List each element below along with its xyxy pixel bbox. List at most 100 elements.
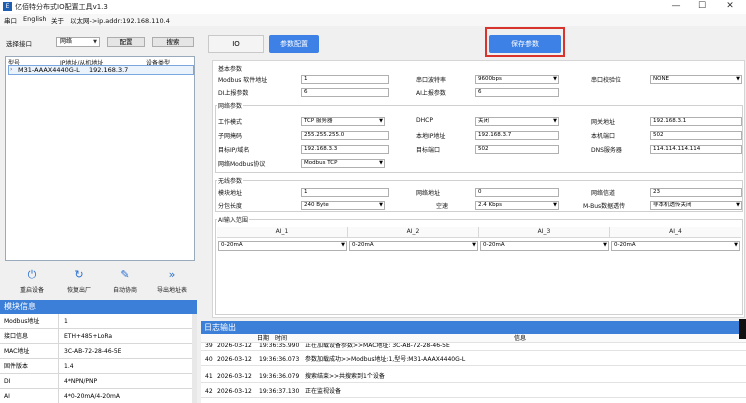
subnet-input[interactable]: 255.255.255.0 — [301, 131, 389, 140]
power-icon: ⏻ — [27, 268, 37, 281]
ai-report-input[interactable]: 6 — [475, 88, 559, 97]
param-config-button[interactable]: 参数配置 — [269, 35, 319, 53]
local-port-label: 本机端口 — [591, 133, 616, 140]
config-button[interactable]: 配置 — [107, 37, 145, 47]
double-chevron-icon: » — [168, 268, 176, 281]
log-header: 日志输出 — [201, 321, 746, 334]
parity-label: 串口校验位 — [591, 77, 622, 84]
side-tab[interactable] — [739, 319, 746, 339]
air-rate-select[interactable]: 2.4 Kbps ▼ — [475, 201, 559, 210]
auto-negotiate-label: 自动协商 — [112, 287, 137, 294]
title-bar — [0, 0, 746, 14]
ai1-range-value: 0-20mA — [221, 242, 243, 248]
device-model: M31-AAAX4440G-L — [18, 66, 80, 74]
channel-input[interactable]: 23 — [650, 188, 742, 197]
baud-rate-label: 串口波特率 — [416, 77, 447, 84]
work-mode-value: TCP 服务器 — [304, 118, 333, 124]
dns-input[interactable]: 114.114.114.114 — [650, 145, 742, 154]
ai4-range-select[interactable]: 0-20mA ▼ — [611, 241, 740, 251]
baud-rate-value: 9600bps — [478, 76, 502, 82]
menu-english[interactable]: English — [23, 15, 46, 23]
ai3-range-select[interactable]: 0-20mA ▼ — [480, 241, 609, 251]
reboot-button[interactable]: ⏻ 重启设备 — [10, 268, 54, 294]
search-button[interactable]: 搜索 — [152, 37, 194, 47]
gateway-input[interactable]: 192.168.3.1 — [650, 117, 742, 126]
refresh-icon: ↻ — [74, 268, 84, 281]
module-info-header: 模块信息 — [0, 300, 197, 314]
edit-icon: ✎ — [120, 268, 130, 281]
auto-negotiate-button[interactable]: ✎ 自动协商 — [103, 268, 147, 294]
log-row: 41 2026-03-12 19:36:36.079 搜索结束>>共搜索到1个设… — [201, 371, 746, 383]
packet-length-select[interactable]: 240 Byte ▼ — [301, 201, 385, 210]
subnet-label: 子网掩码 — [218, 133, 243, 140]
modbus-address-label: Modbus 软件地址 — [218, 77, 268, 84]
device-list[interactable] — [5, 56, 195, 261]
export-address-button[interactable]: » 导出地址表 — [150, 268, 194, 294]
dhcp-label: DHCP — [416, 117, 433, 124]
chevron-down-icon: ▼ — [734, 242, 738, 248]
target-port-input[interactable]: 502 — [475, 145, 559, 154]
basic-params-title: 基本参数 — [217, 64, 244, 73]
local-ip-input[interactable]: 192.168.3.7 — [475, 131, 559, 140]
ai2-range-value: 0-20mA — [352, 242, 374, 248]
minimize-button[interactable]: — — [664, 0, 688, 14]
maximize-button[interactable]: ☐ — [690, 0, 714, 14]
export-address-label: 导出地址表 — [156, 287, 187, 294]
chevron-down-icon: ▼ — [93, 39, 97, 45]
ai4-header: AI_4 — [669, 228, 682, 235]
local-port-input[interactable]: 502 — [650, 131, 742, 140]
ai1-range-select[interactable]: 0-20mA ▼ — [218, 241, 347, 251]
chevron-down-icon: ▼ — [379, 118, 383, 124]
net-address-label: 网络地址 — [416, 190, 441, 197]
port-select[interactable]: 网络 ▼ — [56, 37, 100, 47]
log-row: 39 2026-03-12 19:36:35.990 正在加载设备参数>>MAC… — [201, 343, 746, 351]
chevron-down-icon: ▼ — [603, 242, 607, 248]
io-tab[interactable]: IO — [208, 35, 264, 53]
target-ip-input[interactable]: 192.168.3.3 — [301, 145, 389, 154]
parity-select[interactable]: NONE ▼ — [650, 75, 742, 84]
ai2-range-select[interactable]: 0-20mA ▼ — [349, 241, 478, 251]
menu-port[interactable]: 串口 — [4, 15, 17, 25]
module-address-label: 模块地址 — [218, 190, 243, 197]
wireless-params-title: 无线参数 — [217, 176, 244, 185]
factory-reset-button[interactable]: ↻ 恢复出厂 — [57, 268, 101, 294]
table-row: Modbus地址 1 — [0, 314, 192, 329]
chevron-down-icon: ▼ — [341, 242, 345, 248]
protocol-label: 网络Modbus协议 — [218, 161, 266, 168]
protocol-select[interactable]: Modbus TCP ▼ — [301, 159, 385, 168]
expand-icon[interactable]: › — [10, 66, 12, 73]
baud-rate-select[interactable]: 9600bps ▼ — [475, 75, 559, 84]
work-mode-select[interactable]: TCP 服务器 ▼ — [301, 117, 385, 126]
modbus-forward-value: 非本机透传关闭 — [653, 202, 692, 208]
table-row: AI 4*0-20mA/4-20mA — [0, 389, 192, 403]
dns-label: DNS服务器 — [591, 147, 622, 154]
factory-reset-label: 恢复出厂 — [66, 287, 91, 294]
di-report-label: DI上报参数 — [218, 90, 249, 97]
close-button[interactable]: ✕ — [718, 0, 742, 14]
net-address-input[interactable]: 0 — [475, 188, 559, 197]
chevron-down-icon: ▼ — [553, 118, 557, 124]
modbus-address-input[interactable]: 1 — [301, 75, 389, 84]
channel-label: 网络信道 — [591, 190, 616, 197]
module-address-input[interactable]: 1 — [301, 188, 389, 197]
table-row: DI 4*NPN/PNP — [0, 374, 192, 389]
reboot-label: 重启设备 — [19, 287, 44, 294]
app-icon: E — [3, 2, 12, 11]
ai4-range-value: 0-20mA — [614, 242, 636, 248]
ai-range-title: AI输入范围 — [217, 215, 249, 224]
log-table[interactable]: 日期 时间 信息 39 2026-03-12 19:36:35.990 正在加载… — [201, 334, 746, 403]
device-ip: 192.168.3.7 — [89, 66, 129, 74]
dhcp-select[interactable]: 关闭 ▼ — [475, 117, 559, 126]
table-row: 接口信息 ETH+485+LoRa — [0, 329, 192, 344]
packet-length-value: 240 Byte — [304, 202, 329, 208]
save-params-button[interactable]: 保存参数 — [489, 35, 561, 53]
menu-about[interactable]: 关于 — [51, 15, 64, 25]
chevron-down-icon: ▼ — [472, 242, 476, 248]
target-ip-label: 目标IP/域名 — [218, 147, 250, 154]
module-info-scrollbar[interactable] — [192, 314, 197, 403]
protocol-value: Modbus TCP — [304, 160, 338, 166]
di-report-input[interactable]: 6 — [301, 88, 389, 97]
modbus-forward-select[interactable]: 非本机透传关闭 ▼ — [650, 201, 742, 210]
modbus-forward-label: M-Bus数据透传 — [583, 203, 626, 210]
ai3-range-value: 0-20mA — [483, 242, 505, 248]
